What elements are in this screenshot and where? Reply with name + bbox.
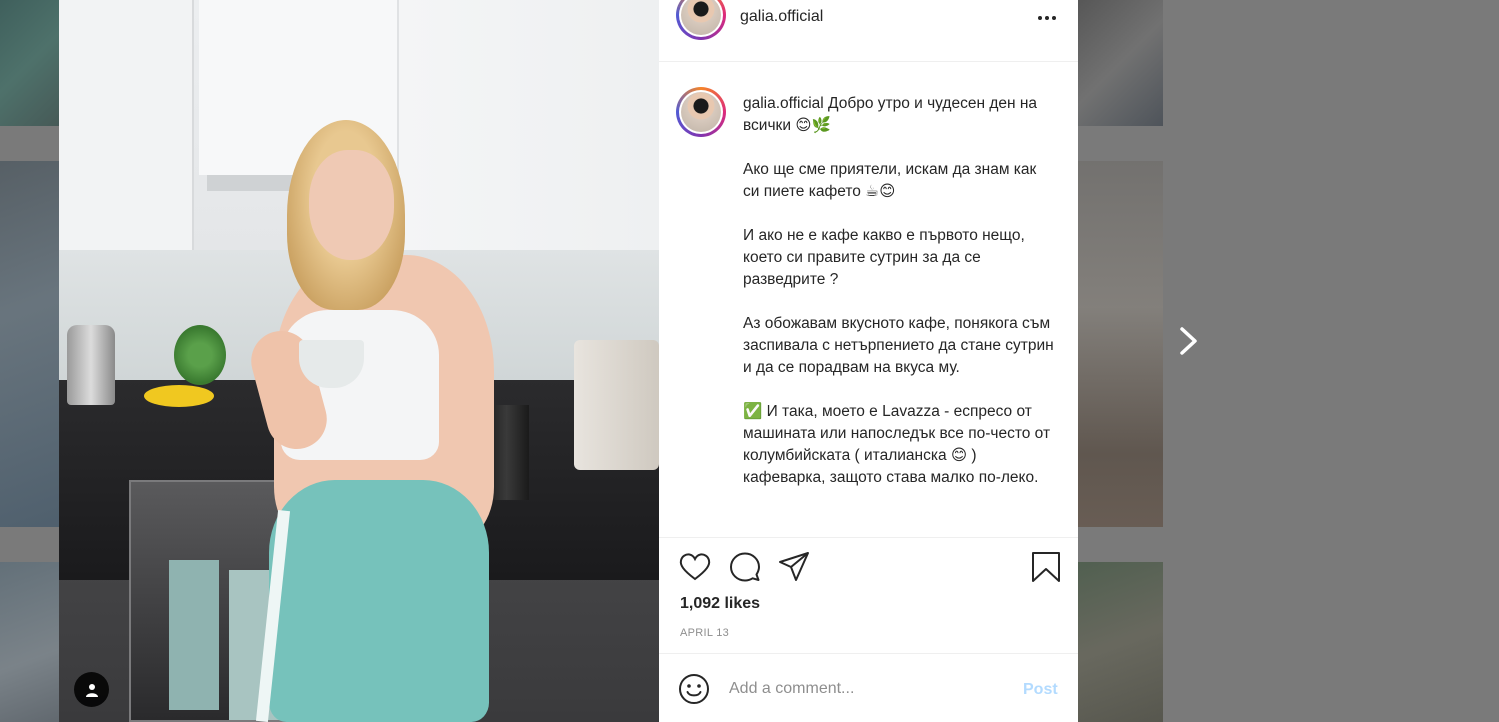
photo-detail: [67, 325, 115, 405]
chevron-right-icon[interactable]: [1176, 325, 1202, 357]
background-thumbnail: [1078, 161, 1163, 527]
photo-detail: [174, 325, 226, 385]
heart-icon[interactable]: [678, 550, 712, 584]
post-header: galia.official: [659, 0, 1078, 62]
avatar-frame: [679, 0, 723, 37]
photo-detail: [59, 0, 194, 250]
background-thumbnail: [0, 562, 59, 722]
background-thumbnail: [0, 161, 59, 527]
post-date: APRIL 13: [680, 627, 730, 639]
likes-count[interactable]: 1,092 likes: [680, 595, 760, 613]
more-options-icon: [1038, 16, 1042, 20]
caption-body: Добро утро и чудесен ден на всички 😊🌿 Ак…: [743, 95, 1054, 486]
more-options-icon: [1045, 16, 1049, 20]
post-comment-button[interactable]: Post: [1023, 681, 1058, 699]
more-options-icon: [1052, 16, 1056, 20]
background-thumbnail: [0, 0, 59, 126]
comment-input[interactable]: [729, 676, 999, 702]
user-tag-icon: [85, 683, 98, 697]
background-thumbnail: [1078, 0, 1163, 126]
post-details-panel: galia.official galia.official Добро утро…: [659, 0, 1078, 722]
photo-detail: [309, 150, 394, 260]
post-photo[interactable]: [59, 0, 659, 722]
photo-detail: [399, 0, 659, 260]
avatar[interactable]: [676, 0, 726, 40]
username-link[interactable]: galia.official: [740, 8, 823, 26]
more-options-button[interactable]: [1035, 8, 1059, 28]
comment-bar: Post: [659, 653, 1078, 722]
avatar-image: [681, 0, 721, 35]
emoji-icon[interactable]: [678, 673, 710, 705]
photo-detail: [269, 480, 489, 722]
photo-detail: [144, 385, 214, 407]
caption-scroll-area[interactable]: galia.official Добро утро и чудесен ден …: [659, 63, 1078, 537]
background-thumbnail: [1078, 562, 1163, 722]
avatar-image: [681, 92, 721, 132]
bookmark-icon[interactable]: [1029, 550, 1063, 584]
photo-detail: [574, 340, 659, 470]
avatar-frame: [679, 90, 723, 134]
comment-icon[interactable]: [728, 550, 762, 584]
caption-username-link[interactable]: galia.official: [743, 95, 824, 112]
user-tag-button[interactable]: [74, 672, 109, 707]
share-icon[interactable]: [777, 550, 811, 584]
post-caption: galia.official Добро утро и чудесен ден …: [743, 93, 1055, 489]
post-actions: 1,092 likes APRIL 13: [659, 537, 1078, 653]
caption-avatar[interactable]: [676, 87, 726, 137]
photo-detail: [169, 560, 219, 710]
